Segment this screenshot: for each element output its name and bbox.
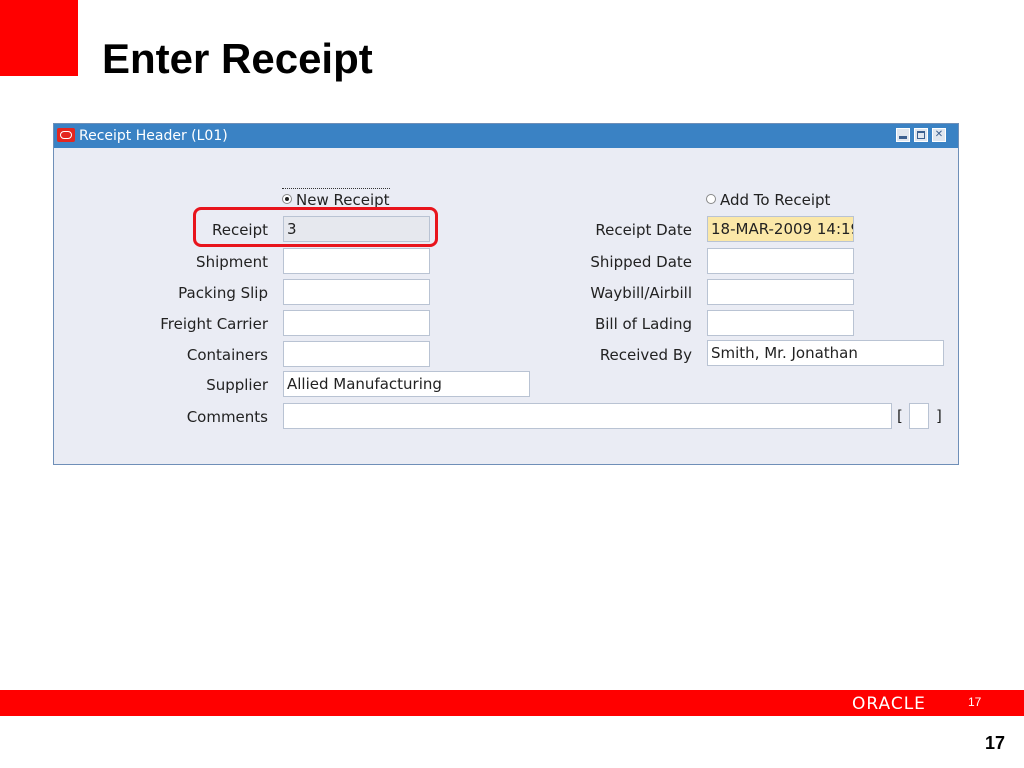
bill-of-lading-field[interactable]: [707, 310, 854, 336]
add-to-receipt-radio[interactable]: Add To Receipt: [706, 188, 830, 209]
oracle-logo: ORACLE: [852, 694, 926, 714]
oracle-app-icon: [57, 128, 75, 142]
comments-label: Comments: [186, 408, 268, 426]
waybill-airbill-label: Waybill/Airbill: [590, 284, 692, 302]
add-to-receipt-label: Add To Receipt: [720, 191, 831, 209]
shipment-label: Shipment: [196, 253, 268, 271]
shipped-date-field[interactable]: [707, 248, 854, 274]
footer-bar: ORACLE 17: [0, 690, 1024, 716]
slide-title: Enter Receipt: [102, 35, 373, 82]
receipt-date-field[interactable]: 18-MAR-2009 14:19: [707, 216, 854, 242]
receipt-header-window: Receipt Header (L01) ✕ New Receipt Add T…: [53, 123, 959, 465]
received-by-label: Received By: [599, 346, 692, 364]
shipped-date-label: Shipped Date: [590, 253, 692, 271]
dff-open-bracket: [: [897, 407, 903, 425]
window-titlebar[interactable]: Receipt Header (L01) ✕: [54, 124, 958, 148]
radio-selected-icon: [282, 193, 292, 204]
comments-field[interactable]: [283, 403, 892, 429]
minimize-icon[interactable]: [896, 128, 910, 142]
received-by-field[interactable]: Smith, Mr. Jonathan: [707, 340, 944, 366]
receipt-date-label: Receipt Date: [595, 221, 692, 239]
radio-unselected-icon: [706, 193, 716, 204]
close-icon[interactable]: ✕: [932, 128, 946, 142]
freight-carrier-label: Freight Carrier: [160, 315, 268, 333]
receipt-highlight-callout: [193, 207, 438, 247]
freight-carrier-field[interactable]: [283, 310, 430, 336]
packing-slip-label: Packing Slip: [178, 284, 268, 302]
waybill-airbill-field[interactable]: [707, 279, 854, 305]
dff-close-bracket: ]: [936, 407, 942, 425]
window-title: Receipt Header (L01): [79, 128, 228, 144]
descriptive-flexfield[interactable]: [909, 403, 929, 429]
slide-red-square: [0, 0, 78, 76]
supplier-label: Supplier: [206, 376, 268, 394]
shipment-field[interactable]: [283, 248, 430, 274]
containers-field[interactable]: [283, 341, 430, 367]
maximize-icon[interactable]: [914, 128, 928, 142]
packing-slip-field[interactable]: [283, 279, 430, 305]
page-number: 17: [985, 733, 1006, 753]
bill-of-lading-label: Bill of Lading: [594, 315, 692, 333]
containers-label: Containers: [186, 346, 268, 364]
new-receipt-radio[interactable]: New Receipt: [282, 188, 390, 209]
footer-slide-number: 17: [968, 695, 982, 709]
supplier-field[interactable]: Allied Manufacturing: [283, 371, 530, 397]
